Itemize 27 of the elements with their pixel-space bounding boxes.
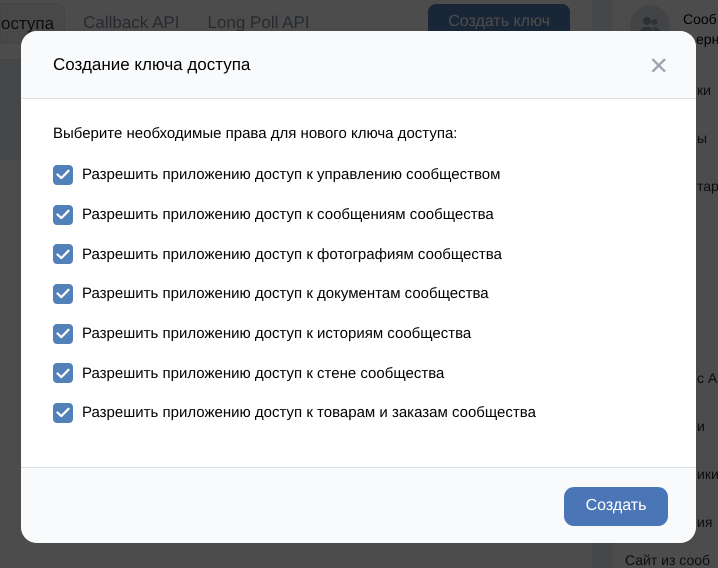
checkbox[interactable] (53, 363, 73, 384)
checkmark-icon (56, 407, 70, 418)
checkbox-label: Разрешить приложению доступ к документам сообщества (82, 285, 489, 302)
checkmark-icon (56, 209, 70, 220)
checkbox-label: Разрешить приложению доступ к стене сообщества (82, 364, 444, 382)
checkbox-label: Разрешить приложению доступ к фотографиям сообщества (82, 246, 502, 263)
close-button[interactable]: × (645, 50, 672, 78)
checkbox[interactable] (53, 164, 73, 185)
checkmark-icon (56, 169, 70, 180)
checkbox-label: Разрешить приложению доступ к товарам и заказам сообщества (82, 404, 536, 422)
checkbox[interactable] (53, 402, 73, 423)
checkmark-icon (56, 248, 70, 260)
checkbox[interactable] (53, 324, 73, 344)
dialog-title: Создание ключа доступа (53, 54, 252, 74)
checkbox-label: Разрешить приложению доступ к сообщениям сообщества (82, 206, 494, 224)
checkbox[interactable] (53, 244, 73, 264)
checkmark-icon (56, 328, 70, 340)
checkbox-label: Разрешить приложению доступ к историям сообщества (82, 325, 472, 342)
group-name: Сооб (683, 10, 718, 29)
checkmark-icon (56, 368, 70, 379)
checkmark-icon (56, 288, 70, 300)
group-name: ерн (695, 30, 718, 49)
checkbox[interactable] (53, 204, 73, 225)
checkbox-label: Разрешить приложению доступ к управлению сообществом (82, 166, 500, 184)
instruction-text: Выберите необходимые права для нового ключа доступа: (53, 125, 458, 142)
checkbox[interactable] (53, 284, 73, 304)
create-button[interactable]: Создать (564, 486, 668, 526)
